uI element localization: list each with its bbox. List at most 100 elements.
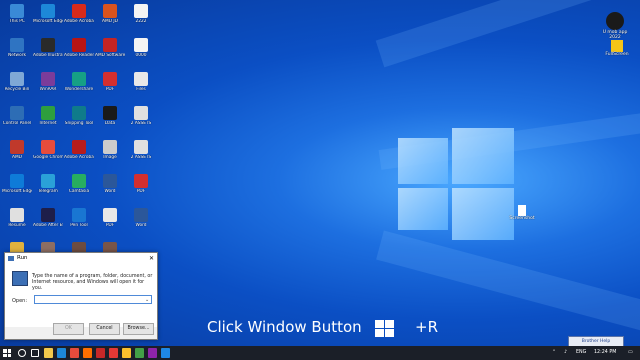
chrome-icon[interactable] [70,348,79,358]
file-explorer-icon[interactable] [44,348,53,358]
desktop-icon-screenshot[interactable]: Screenshot [505,205,539,221]
desktop-icon-image [10,174,24,188]
desktop-icon[interactable]: AMD [2,138,32,172]
cancel-button[interactable]: Cancel [89,323,120,335]
desktop-icon[interactable]: PDF [95,70,125,104]
desktop-icon-image [103,38,117,52]
desktop-icon-image [41,38,55,52]
desktop-icon-label: 2222 [135,19,147,24]
desktop-icon-label: Google Chrome [33,155,63,160]
app-icon[interactable] [161,348,170,358]
clock[interactable]: 12:24 PM [594,350,616,355]
desktop-icon-label: 2 ASSETS [130,155,152,160]
start-button[interactable] [3,349,11,357]
run-icon [12,271,28,286]
desktop-icon[interactable]: 2222 [126,2,156,36]
desktop-icon-label: FullScreen [605,52,629,57]
desktop-icon-label: Control Panel [2,121,32,126]
notification-icon[interactable]: ▭ [628,350,633,355]
desktop-icon-label: Network [8,53,26,58]
desktop-icon-label: Adobe Acrobat [64,19,94,24]
task-view-icon[interactable] [31,349,39,357]
desktop-icon[interactable]: Telegram [33,172,63,206]
edge-icon[interactable] [57,348,66,358]
chevron-down-icon[interactable]: ⌄ [145,297,149,303]
desktop-icon[interactable]: Google Chrome [33,138,63,172]
desktop-icon-image [72,38,86,52]
desktop-icon[interactable]: Snipping Tool [64,104,94,138]
app-icon[interactable] [96,348,105,358]
desktop-icon-label: Files [136,87,146,92]
desktop-icon[interactable]: Adobe Illustrator [33,36,63,70]
language-indicator[interactable]: ENG [576,350,586,355]
desktop-icon-fullscreen[interactable]: FullScreen [600,40,634,57]
desktop-icon-image [103,4,117,18]
app-icon[interactable] [109,348,118,358]
desktop-icon[interactable]: Adobe Acrobat DC [64,138,94,172]
run-app-icon [8,256,14,261]
desktop-icon-label: Pen Tool [70,223,88,228]
run-open-input[interactable] [34,295,152,304]
desktop-icon[interactable]: 2 ASSETS [126,138,156,172]
desktop-icon-image [134,72,148,86]
desktop-icon[interactable]: Microsoft Edge [2,172,32,206]
desktop-icon[interactable]: Word [95,172,125,206]
ok-button[interactable]: OK [53,323,84,335]
desktop-icon-image [134,174,148,188]
close-icon[interactable]: ✕ [149,253,154,264]
desktop-icon[interactable]: This PC [2,2,32,36]
desktop-icon-image [134,140,148,154]
desktop-icon[interactable]: PDF [95,206,125,240]
desktop-icon[interactable]: Network [2,36,32,70]
search-icon[interactable] [18,349,26,357]
desktop-icon[interactable]: Microsoft Edge [33,2,63,36]
desktop-icon[interactable]: Adobe Acrobat [64,2,94,36]
desktop-icon[interactable]: Files [126,70,156,104]
desktop-icon-app[interactable]: U mob app 2022 [598,12,632,40]
desktop-icon[interactable]: 0000 [126,36,156,70]
open-label: Open: [12,298,28,304]
desktop-icon-image [103,106,117,120]
desktop-icon[interactable]: Adobe Reader [64,36,94,70]
desktop-icon[interactable]: AMD JD [95,2,125,36]
app-icon[interactable] [83,348,92,358]
tray-up-arrow-icon[interactable]: ⌃ [552,350,556,355]
desktop-icon-image [72,174,86,188]
run-dialog-titlebar[interactable]: Run ✕ [5,253,157,264]
desktop-icon-label: Microsoft Edge [2,189,32,194]
desktop-icon[interactable]: Pen Tool [64,206,94,240]
desktop-icon-image [41,106,55,120]
desktop-icon-label: Adobe Reader [64,53,94,58]
desktop-icon[interactable]: Wondershare [64,70,94,104]
app-icon[interactable] [122,348,131,358]
desktop-icon-image [134,106,148,120]
app-icon[interactable] [135,348,144,358]
desktop-icon[interactable]: Image [95,138,125,172]
desktop-icon-label: Word [104,189,116,194]
desktop-icon-label: U mob app 2022 [602,30,628,40]
desktop-icon-image [72,208,86,222]
desktop-icon-label: Data [104,121,116,126]
desktop-icon[interactable]: 2 ASSETS [126,104,156,138]
desktop-icon[interactable]: Adobe After Effects [33,206,63,240]
desktop-icon-label: Camtasia [68,189,90,194]
desktop-icon[interactable]: Data [95,104,125,138]
desktop-icon[interactable]: PDF [126,172,156,206]
desktop-icon[interactable]: Camtasia [64,172,94,206]
fullscreen-icon [611,40,623,52]
desktop-icon[interactable]: AMD Software [95,36,125,70]
desktop-icon-image [103,208,117,222]
desktop-icon[interactable]: Internet [33,104,63,138]
desktop-icon[interactable]: Recycle Bin [2,70,32,104]
desktop-icon-image [72,4,86,18]
desktop-icon[interactable]: Resume [2,206,32,240]
browse-button[interactable]: Browse... [123,323,154,335]
run-dialog-title: Run [17,255,28,261]
file-icon [518,205,526,216]
app-icon[interactable] [148,348,157,358]
desktop-icon[interactable]: WinRAR [33,70,63,104]
desktop-icon[interactable]: Word [126,206,156,240]
volume-icon[interactable]: ♪ [564,350,567,355]
desktop-icon[interactable]: Control Panel [2,104,32,138]
desktop-icon-label: AMD [12,155,22,160]
